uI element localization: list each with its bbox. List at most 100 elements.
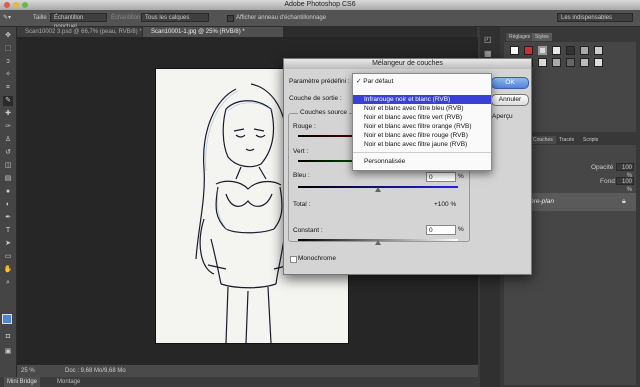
foreground-color-swatch[interactable]	[2, 314, 12, 324]
marquee-tool-icon[interactable]: ⬚	[3, 44, 13, 54]
monochrome-label: Monochrome	[298, 255, 336, 262]
history-panel-icon[interactable]: ◰	[484, 35, 492, 44]
blue-value-field[interactable]: 0	[426, 172, 456, 182]
blue-pct: %	[458, 173, 464, 180]
document-tab-bar: Scan10002 3.psd @ 66,7% (peau, RVB/8) * …	[17, 27, 477, 37]
total-label: Total :	[293, 201, 311, 208]
style-swatch[interactable]	[510, 46, 519, 55]
monochrome-checkbox[interactable]	[290, 256, 297, 263]
quick-mask-icon[interactable]: ◘	[3, 332, 13, 342]
tab-reglages[interactable]: Réglages	[506, 33, 534, 41]
preset-option-blue-filter[interactable]: Noir et blanc avec filtre bleu (RVB)	[353, 104, 491, 113]
style-swatch[interactable]	[538, 58, 547, 67]
blur-tool-icon[interactable]: ●	[3, 187, 13, 197]
tab-label: Scan10001-1.jpg @ 25% (RVB/8) *	[151, 29, 245, 35]
style-swatch[interactable]	[566, 46, 575, 55]
lasso-tool-icon[interactable]: ↄ	[3, 57, 13, 67]
preset-option-custom[interactable]: Personnalisée	[353, 157, 491, 166]
fill-field[interactable]: 100 %	[616, 177, 634, 193]
preset-label: Paramètre prédéfini :	[289, 78, 350, 85]
close-window-button[interactable]	[4, 2, 10, 8]
red-label: Rouge :	[293, 123, 316, 130]
style-swatch[interactable]	[566, 58, 575, 67]
tab-montage[interactable]: Montage	[54, 377, 83, 387]
pen-tool-icon[interactable]: ✒	[3, 213, 13, 223]
style-swatch[interactable]	[580, 58, 589, 67]
constant-slider-handle[interactable]	[375, 240, 381, 245]
preset-option-label: Noir et blanc avec filtre jaune (RVB)	[364, 141, 468, 148]
tab-styles[interactable]: Styles	[532, 33, 552, 41]
opacity-field[interactable]: 100 %	[616, 163, 634, 179]
blue-label: Bleu :	[293, 172, 310, 179]
zoom-tool-icon[interactable]: ⌕	[3, 278, 13, 288]
preset-option-label: Noir et blanc avec filtre rouge (RVB)	[364, 132, 468, 139]
eyedropper-icon[interactable]: ✎▾	[3, 13, 11, 23]
preset-option-label: Noir et blanc avec filtre vert (RVB)	[364, 114, 463, 121]
sample-size-dropdown[interactable]: Échantillon ponctuel	[50, 13, 107, 30]
dodge-tool-icon[interactable]: ◐	[3, 200, 13, 210]
brush-tool-icon[interactable]: ✑	[3, 122, 13, 132]
tab-mini-bridge[interactable]: Mini Bridge	[4, 377, 41, 387]
output-channel-label: Couche de sortie :	[289, 95, 342, 102]
constant-pct: %	[458, 226, 464, 233]
style-swatch[interactable]	[524, 46, 533, 55]
eyedropper-tool-icon[interactable]: ✎	[3, 96, 13, 106]
blue-slider-handle[interactable]	[375, 187, 381, 192]
preset-option-orange-filter[interactable]: Noir et blanc avec filtre orange (RVB)	[353, 122, 491, 131]
style-swatch[interactable]	[552, 58, 561, 67]
preset-option-yellow-filter[interactable]: Noir et blanc avec filtre jaune (RVB)	[353, 140, 491, 149]
tab-label: Scan10002 3.psd @ 66,7% (peau, RVB/8) *	[25, 29, 142, 35]
path-select-icon[interactable]: ➤	[3, 239, 13, 249]
title-bar: Adobe Photoshop CS6	[0, 0, 640, 10]
preset-option-infrared[interactable]: Infrarouge noir et blanc (RVB)	[353, 95, 491, 104]
shape-tool-icon[interactable]: ▭	[3, 252, 13, 262]
show-ring-label: Afficher anneau d'échantillonnage	[236, 15, 327, 21]
tab-scan10002[interactable]: Scan10002 3.psd @ 66,7% (peau, RVB/8) *	[17, 27, 142, 37]
preset-option-red-filter[interactable]: Noir et blanc avec filtre rouge (RVB)	[353, 131, 491, 140]
screen-mode-icon[interactable]: ▣	[3, 347, 13, 357]
options-bar: ✎▾ Taille : Échantillon ponctuel Échanti…	[0, 10, 640, 30]
preset-option-label: Personnalisée	[364, 158, 406, 165]
style-swatch[interactable]	[552, 46, 561, 55]
type-tool-icon[interactable]: T	[3, 226, 13, 236]
clone-stamp-icon[interactable]: ♙	[3, 135, 13, 145]
move-tool-icon[interactable]: ✥	[3, 31, 13, 41]
gradient-tool-icon[interactable]: ▤	[3, 174, 13, 184]
preset-option-green-filter[interactable]: Noir et blanc avec filtre vert (RVB)	[353, 113, 491, 122]
constant-label: Constant :	[293, 227, 323, 234]
zoom-window-button[interactable]	[22, 2, 28, 8]
cancel-button[interactable]: Annuler	[491, 94, 529, 106]
style-swatch[interactable]	[594, 58, 603, 67]
preset-dropdown-menu: ✓ Par défaut Infrarouge noir et blanc (R…	[352, 73, 492, 171]
total-value: +100 %	[434, 201, 457, 208]
menu-divider	[353, 152, 491, 153]
eraser-tool-icon[interactable]: ◫	[3, 161, 13, 171]
doc-size: Doc : 9,68 Mo/9,68 Mo	[65, 368, 126, 374]
tab-traces[interactable]: Tracés	[556, 136, 577, 144]
crop-tool-icon[interactable]: ⌗	[3, 83, 13, 93]
zoom-level[interactable]: 25 %	[21, 365, 35, 377]
tab-scan10001[interactable]: Scan10001-1.jpg @ 25% (RVB/8) *	[143, 27, 283, 37]
minimize-window-button[interactable]	[13, 2, 19, 8]
sample-layers-dropdown[interactable]: Tous les calques	[141, 13, 209, 22]
workspace-dropdown[interactable]: Les indispensables	[557, 13, 633, 22]
preset-option-label: Infrarouge noir et blanc (RVB)	[364, 96, 451, 103]
preset-option-default[interactable]: ✓ Par défaut	[353, 77, 491, 86]
quick-select-tool-icon[interactable]: ✧	[3, 70, 13, 80]
constant-value-field[interactable]: 0	[426, 225, 456, 235]
bottom-panel-bar: Mini Bridge Montage	[0, 377, 480, 387]
style-swatch[interactable]	[538, 46, 547, 55]
ok-button[interactable]: OK	[491, 77, 529, 89]
hand-tool-icon[interactable]: ✋	[3, 265, 13, 275]
show-ring-checkbox[interactable]	[227, 15, 234, 22]
preset-option-label: Noir et blanc avec filtre bleu (RVB)	[364, 105, 464, 112]
tab-scripts[interactable]: Scripts	[580, 136, 601, 144]
source-group-label: Couches source	[298, 108, 349, 117]
tab-couches[interactable]: Couches	[530, 136, 556, 144]
history-brush-icon[interactable]: ↺	[3, 148, 13, 158]
properties-panel-icon[interactable]: ▦	[484, 49, 492, 58]
style-swatch[interactable]	[594, 46, 603, 55]
preview-label: Aperçu	[492, 113, 513, 120]
style-swatch[interactable]	[580, 46, 589, 55]
healing-brush-icon[interactable]: ✚	[3, 109, 13, 119]
